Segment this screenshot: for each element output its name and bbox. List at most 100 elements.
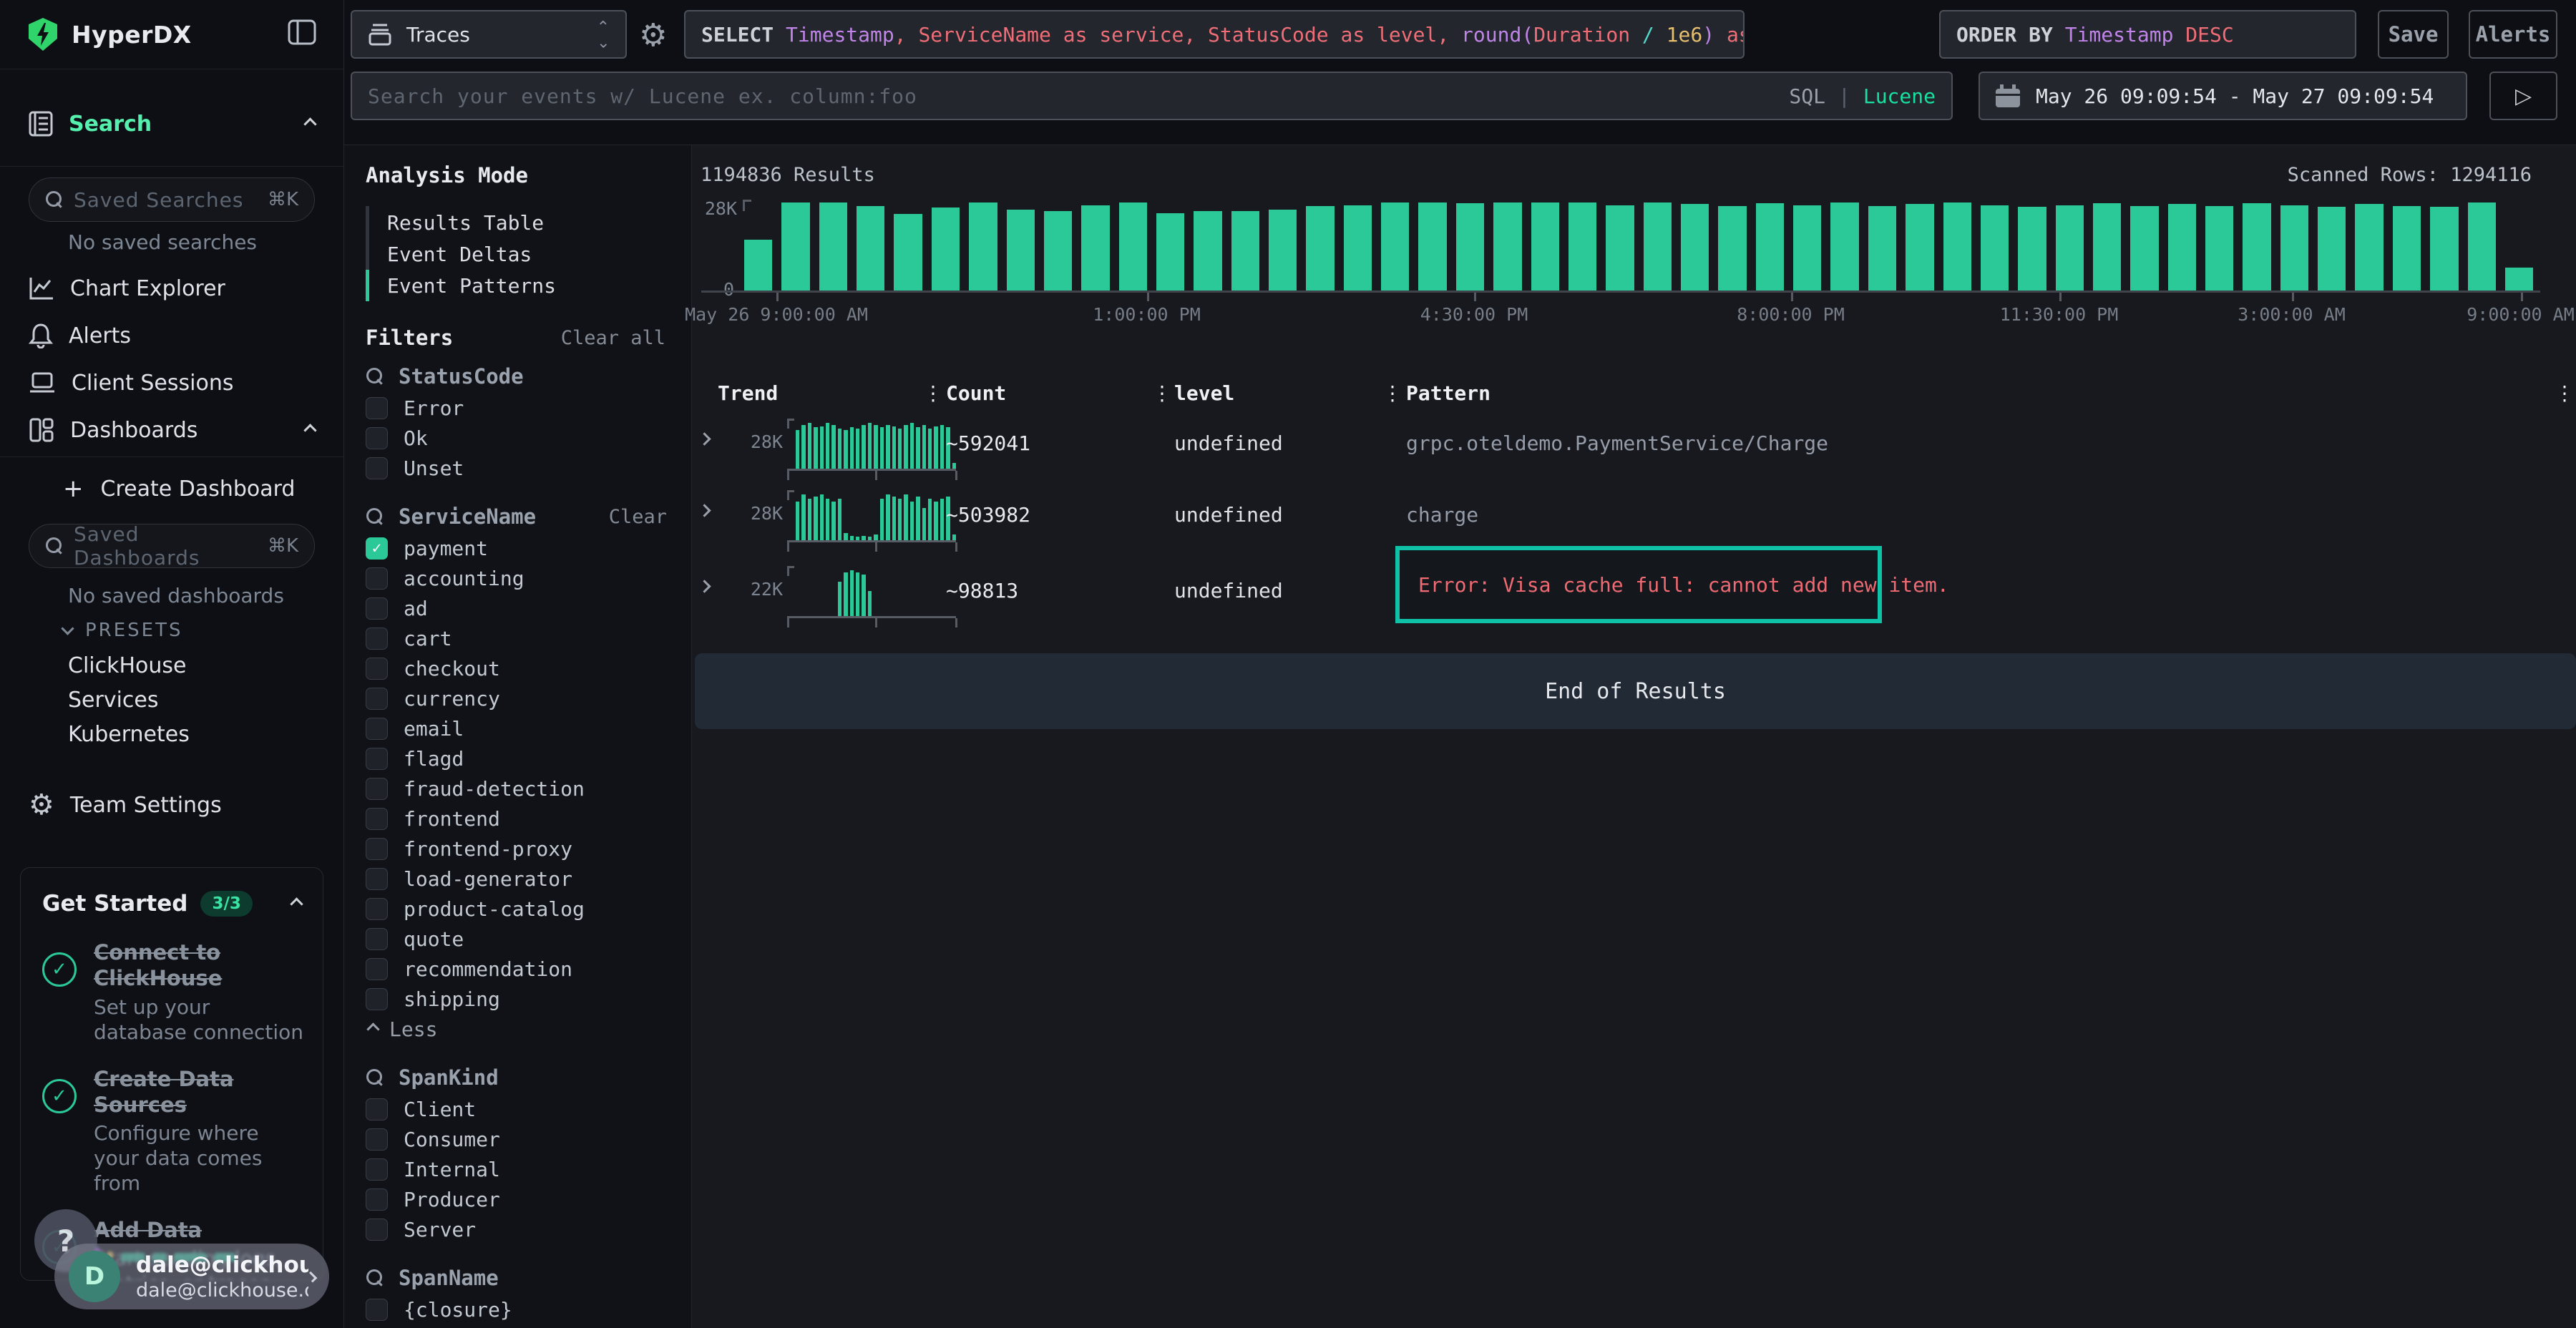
selected-pattern-box[interactable]: Error: Visa cache full: cannot add new i… bbox=[1395, 546, 1882, 623]
mode-event-deltas[interactable]: Event Deltas bbox=[387, 243, 532, 266]
sql-mode-toggle[interactable]: SQL bbox=[1789, 84, 1825, 108]
checkbox[interactable] bbox=[366, 457, 388, 479]
checkbox[interactable] bbox=[366, 928, 388, 950]
checkbox[interactable] bbox=[366, 748, 388, 770]
filter-option-frontend[interactable]: frontend bbox=[366, 804, 677, 834]
column-separator-icon[interactable]: ⋮ bbox=[1152, 381, 1172, 405]
filter-option--closure-[interactable]: {closure} bbox=[366, 1294, 677, 1324]
preset-kubernetes[interactable]: Kubernetes bbox=[68, 722, 190, 747]
checkbox[interactable] bbox=[366, 1098, 388, 1120]
checkbox[interactable] bbox=[366, 838, 388, 860]
get-started-task[interactable]: ✓Connect to ClickHouseSet up your databa… bbox=[21, 924, 323, 1050]
filter-option-email[interactable]: email bbox=[366, 713, 677, 743]
sidebar-item-dashboards[interactable]: Dashboards bbox=[0, 408, 343, 452]
filter-option-shipping[interactable]: shipping bbox=[366, 984, 677, 1014]
filter-option-client[interactable]: Client bbox=[366, 1094, 677, 1124]
checkbox[interactable] bbox=[366, 1128, 388, 1151]
expand-row-icon[interactable] bbox=[698, 504, 711, 517]
filter-option-internal[interactable]: Internal bbox=[366, 1154, 677, 1184]
table-row[interactable]: 28K~592041undefinedgrpc.oteldemo.Payment… bbox=[698, 414, 2576, 486]
checkbox[interactable] bbox=[366, 658, 388, 680]
mode-results-table[interactable]: Results Table bbox=[387, 211, 544, 235]
filter-option-flagd[interactable]: flagd bbox=[366, 743, 677, 773]
checkbox[interactable] bbox=[366, 1219, 388, 1241]
sql-select-editor[interactable]: SELECT Timestamp, ServiceName as service… bbox=[684, 10, 1745, 59]
checkbox[interactable] bbox=[366, 778, 388, 800]
filter-option-ad[interactable]: ad bbox=[366, 593, 677, 623]
col-header-count[interactable]: Count bbox=[946, 381, 1006, 405]
checkbox[interactable] bbox=[366, 688, 388, 710]
checkbox[interactable] bbox=[366, 397, 388, 419]
show-less-toggle[interactable]: Less bbox=[366, 1014, 677, 1044]
table-options-icon[interactable]: ⋮ bbox=[2555, 381, 2575, 405]
sidebar-item-alerts[interactable]: Alerts bbox=[0, 313, 343, 358]
clear-all-filters[interactable]: Clear all bbox=[561, 327, 665, 349]
filter-option-recommendation[interactable]: recommendation bbox=[366, 954, 677, 984]
expand-row-icon[interactable] bbox=[698, 432, 711, 445]
filter-option-accounting[interactable]: accounting bbox=[366, 563, 677, 593]
col-header-trend[interactable]: Trend bbox=[718, 381, 778, 405]
presets-header[interactable]: PRESETS bbox=[63, 620, 183, 641]
source-select[interactable]: Traces ⌃⌃ bbox=[351, 10, 627, 59]
expand-row-icon[interactable] bbox=[698, 580, 711, 592]
filter-option-currency[interactable]: currency bbox=[366, 683, 677, 713]
lucene-mode-toggle[interactable]: Lucene bbox=[1863, 84, 1936, 108]
checkbox[interactable] bbox=[366, 898, 388, 920]
save-button[interactable]: Save bbox=[2378, 10, 2449, 59]
filter-option-cart[interactable]: cart bbox=[366, 623, 677, 653]
filter-option-producer[interactable]: Producer bbox=[366, 1184, 677, 1214]
search-input[interactable]: Search your events w/ Lucene ex. column:… bbox=[351, 72, 1953, 120]
run-query-button[interactable]: ▷ bbox=[2489, 72, 2557, 120]
checkbox[interactable] bbox=[366, 1299, 388, 1321]
filter-option-fraud-detection[interactable]: fraud-detection bbox=[366, 773, 677, 804]
checkbox[interactable] bbox=[366, 1188, 388, 1211]
results-histogram[interactable]: 28K 0 May 26 9:00:00 AM1:00:00 PM4:30:00… bbox=[744, 202, 2533, 291]
create-dashboard-button[interactable]: + Create Dashboard bbox=[0, 467, 343, 511]
mode-event-patterns[interactable]: Event Patterns bbox=[387, 274, 556, 298]
get-started-task[interactable]: ✓Create Data SourcesConfigure where your… bbox=[21, 1050, 323, 1202]
checkbox[interactable] bbox=[366, 718, 388, 740]
column-separator-icon[interactable]: ⋮ bbox=[923, 381, 943, 405]
column-separator-icon[interactable]: ⋮ bbox=[1382, 381, 1402, 405]
checkbox[interactable] bbox=[366, 597, 388, 620]
checkbox[interactable] bbox=[366, 567, 388, 590]
order-by-editor[interactable]: ORDER BY Timestamp DESC bbox=[1939, 10, 2356, 59]
checkbox[interactable] bbox=[366, 988, 388, 1010]
checkbox[interactable] bbox=[366, 1158, 388, 1181]
sidebar-item-search[interactable]: Search bbox=[0, 102, 343, 146]
clear-filter-link[interactable]: Clear bbox=[609, 506, 677, 528]
date-range-picker[interactable]: May 26 09:09:54 - May 27 09:09:54 bbox=[1979, 72, 2467, 120]
filter-option-ok[interactable]: Ok bbox=[366, 423, 677, 453]
gear-icon[interactable]: ⚙ bbox=[639, 20, 667, 52]
checkbox[interactable] bbox=[366, 868, 388, 890]
table-row[interactable]: 22K~98813undefinedError: Visa cache full… bbox=[698, 562, 2576, 633]
get-started-header[interactable]: Get Started 3/3 bbox=[21, 868, 323, 924]
checkbox[interactable] bbox=[366, 958, 388, 980]
sidebar-collapse-icon[interactable] bbox=[288, 19, 316, 50]
alerts-button[interactable]: Alerts bbox=[2469, 10, 2557, 59]
filter-option-checkout[interactable]: checkout bbox=[366, 653, 677, 683]
col-header-level[interactable]: level bbox=[1174, 381, 1234, 405]
filter-option-consumer[interactable]: Consumer bbox=[366, 1124, 677, 1154]
sidebar-item-client-sessions[interactable]: Client Sessions bbox=[0, 361, 343, 405]
checkbox[interactable] bbox=[366, 628, 388, 650]
checkbox[interactable] bbox=[366, 808, 388, 830]
sidebar-item-chart-explorer[interactable]: Chart Explorer bbox=[0, 266, 343, 311]
checkbox[interactable] bbox=[366, 427, 388, 449]
filter-option-product-catalog[interactable]: product-catalog bbox=[366, 894, 677, 924]
sidebar-item-team-settings[interactable]: ⚙ Team Settings bbox=[0, 783, 343, 827]
filter-option-error[interactable]: Error bbox=[366, 393, 677, 423]
filter-option-load-generator[interactable]: load-generator bbox=[366, 864, 677, 894]
filter-option-server[interactable]: Server bbox=[366, 1214, 677, 1244]
filter-option-unset[interactable]: Unset bbox=[366, 453, 677, 483]
filter-option-payment[interactable]: ✓payment bbox=[366, 533, 677, 563]
filter-option--flagd-evaluation-v1-se-[interactable]: /flagd.evaluation.v1.Se… bbox=[366, 1324, 677, 1328]
col-header-pattern[interactable]: Pattern bbox=[1406, 381, 1491, 405]
preset-services[interactable]: Services bbox=[68, 688, 159, 713]
filter-option-quote[interactable]: quote bbox=[366, 924, 677, 954]
user-menu[interactable]: D dale@clickhouse.com dale@clickhouse.co… bbox=[54, 1244, 329, 1309]
saved-dashboards-input[interactable]: Saved Dashboards ⌘K bbox=[29, 524, 315, 568]
saved-searches-input[interactable]: Saved Searches ⌘K bbox=[29, 177, 315, 222]
filter-option-frontend-proxy[interactable]: frontend-proxy bbox=[366, 834, 677, 864]
preset-clickhouse[interactable]: ClickHouse bbox=[68, 653, 187, 678]
